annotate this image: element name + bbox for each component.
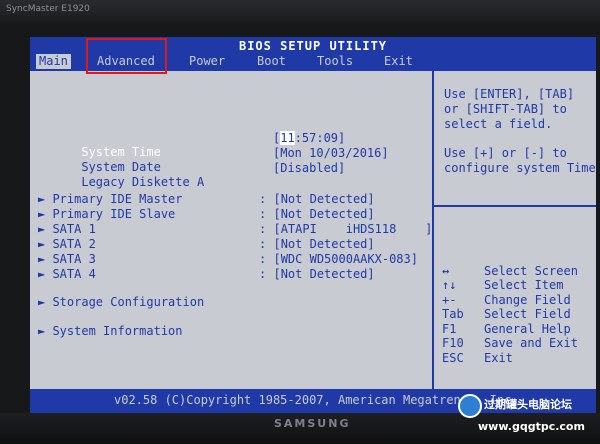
device-row-sata-2[interactable]: ► SATA 2 — [38, 237, 96, 251]
submenu-storage-configuration[interactable]: ► Storage Configuration — [38, 295, 204, 309]
key-action: General Help — [484, 322, 571, 336]
watermark: 过期罐头电脑论坛 www.gqgtpc.com — [458, 392, 598, 440]
submenu-arrow-icon: ► — [38, 237, 53, 251]
tab-tools[interactable]: Tools — [317, 54, 353, 69]
tab-power[interactable]: Power — [189, 54, 225, 69]
device-row-sata-3[interactable]: ► SATA 3 — [38, 252, 96, 266]
key-f1: F1 — [442, 322, 457, 336]
key-action: Exit — [484, 351, 513, 365]
legacy-diskette-label: Legacy Diskette A — [81, 175, 205, 189]
key-esc: ESC — [442, 351, 464, 365]
key-plus-minus: +- — [442, 293, 457, 307]
submenu-arrow-icon: ► — [38, 324, 53, 338]
tab-main[interactable]: Main — [36, 54, 71, 69]
watermark-title: 过期罐头电脑论坛 — [484, 398, 572, 411]
help-panel: Use [ENTER], [TAB] or [SHIFT-TAB] to sel… — [432, 71, 596, 389]
monitor-model-label: SyncMaster E1920 — [6, 4, 90, 14]
watermark-logo-icon — [458, 394, 482, 418]
key-action: Select Screen — [484, 264, 578, 278]
monitor-brand-logo: SAMSUNG — [274, 417, 351, 430]
help-line: or [SHIFT-TAB] to — [444, 102, 567, 116]
help-line: select a field. — [444, 117, 553, 131]
device-value-sata-3: : [WDC WD5000AAKX-083] — [259, 252, 418, 266]
key-action: Select Item — [484, 278, 564, 292]
help-line: Use [ENTER], [TAB] — [444, 87, 575, 101]
submenu-arrow-icon: ► — [38, 295, 53, 309]
advanced-highlight-box — [86, 38, 167, 74]
system-time-hour-selected[interactable]: 11 — [280, 131, 295, 145]
submenu-arrow-icon: ► — [38, 252, 53, 266]
submenu-arrow-icon: ► — [38, 207, 53, 221]
legacy-diskette-value[interactable]: [Disabled] — [273, 161, 345, 175]
monitor-bezel-top: SyncMaster E1920 — [0, 0, 600, 22]
device-row-sata-1[interactable]: ► SATA 1 — [38, 222, 96, 236]
device-row-sata-4[interactable]: ► SATA 4 — [38, 267, 96, 281]
device-value-sata-4: : [Not Detected] — [259, 267, 375, 281]
key-action: Select Field — [484, 307, 571, 321]
device-value-sata-2: : [Not Detected] — [259, 237, 375, 251]
device-value-primary-ide-slave: : [Not Detected] — [259, 207, 375, 221]
key-action: Save and Exit — [484, 336, 578, 350]
system-time-value[interactable]: [11:57:09] — [273, 131, 345, 145]
submenu-system-information[interactable]: ► System Information — [38, 324, 183, 338]
bios-screen: BIOS SETUP UTILITY Main Advanced Power B… — [30, 37, 596, 413]
watermark-url: www.gqgtpc.com — [478, 420, 585, 433]
submenu-arrow-icon: ► — [38, 222, 53, 236]
key-tab: Tab — [442, 307, 464, 321]
key-action: Change Field — [484, 293, 571, 307]
tab-exit[interactable]: Exit — [384, 54, 413, 69]
key-up-down-icon: ↑↓ — [442, 278, 457, 292]
help-line: configure system Time — [444, 161, 596, 175]
device-value-primary-ide-master: : [Not Detected] — [259, 192, 375, 206]
key-left-right-icon: ↔ — [442, 264, 450, 278]
system-date-value[interactable]: [Mon 10/03/2016] — [273, 146, 389, 160]
main-settings-panel: System Time [11:57:09] System Date [Mon … — [30, 71, 433, 389]
help-divider — [434, 205, 596, 207]
device-row-primary-ide-master[interactable]: ► Primary IDE Master — [38, 192, 183, 206]
key-f10: F10 — [442, 336, 464, 350]
submenu-arrow-icon: ► — [38, 267, 53, 281]
submenu-arrow-icon: ► — [38, 192, 53, 206]
device-value-sata-1: : [ATAPI iHDS118 ] — [259, 222, 433, 236]
help-line: Use [+] or [-] to — [444, 146, 567, 160]
device-row-primary-ide-slave[interactable]: ► Primary IDE Slave — [38, 207, 175, 221]
tab-boot[interactable]: Boot — [257, 54, 286, 69]
